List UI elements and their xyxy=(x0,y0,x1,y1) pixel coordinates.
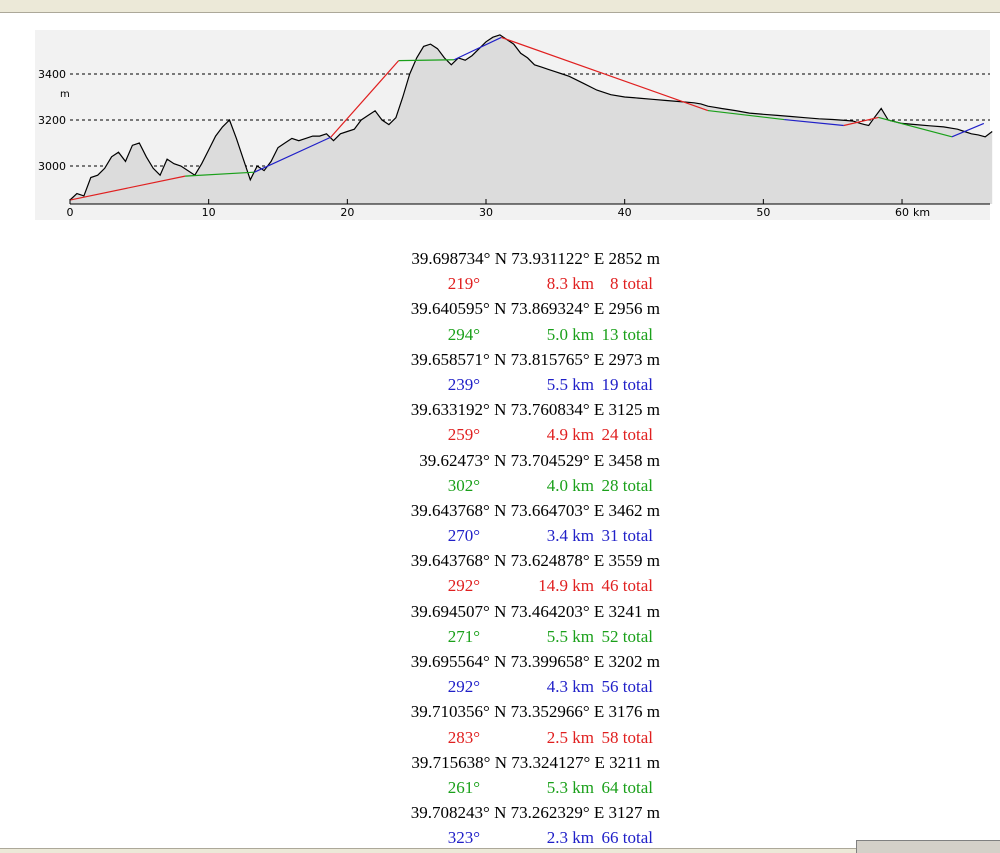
leg-bearing: 302° xyxy=(447,475,480,495)
leg-bearing: 261° xyxy=(447,777,480,797)
x-tick-label: 30 xyxy=(479,206,493,219)
leg-distance: 2.5 km xyxy=(546,727,594,747)
leg-bearing: 271° xyxy=(447,626,480,646)
x-tick-label: 60 xyxy=(895,206,909,219)
waypoint-leg: 239° 5.5 km 19 total xyxy=(340,372,660,397)
waypoint-position: 39.643768° N 73.664703° E 3462 m xyxy=(410,500,660,520)
leg-distance: 4.0 km xyxy=(546,475,594,495)
waypoint-leg: 302° 4.0 km 28 total xyxy=(340,473,660,498)
leg-distance: 5.0 km xyxy=(546,324,594,344)
waypoint-position: 39.698734° N 73.931122° E 2852 m xyxy=(411,249,660,268)
waypoint-leg: 271° 5.5 km 52 total xyxy=(340,624,660,649)
leg-distance: 3.4 km xyxy=(546,526,594,546)
leg-distance: 4.9 km xyxy=(546,425,594,445)
x-tick-label: 10 xyxy=(202,206,216,219)
waypoint-leg: 294° 5.0 km 13 total xyxy=(340,322,660,347)
leg-total: 64 total xyxy=(601,777,653,797)
y-axis-unit-label: m xyxy=(60,89,70,100)
x-tick-label: 40 xyxy=(618,206,632,219)
leg-total: 13 total xyxy=(601,324,653,344)
leg-distance: 14.9 km xyxy=(538,576,594,596)
waypoint-leg: 219° 8.3 km 8 total xyxy=(340,271,660,296)
x-tick-label: 20 xyxy=(340,206,354,219)
leg-bearing: 323° xyxy=(447,828,480,848)
x-axis-unit-label: km xyxy=(913,206,930,219)
leg-bearing: 270° xyxy=(447,526,480,546)
waypoint-position: 39.715638° N 73.324127° E 3211 m xyxy=(411,752,660,772)
waypoint-leg: 261° 5.3 km 64 total xyxy=(340,775,660,800)
leg-total: 24 total xyxy=(601,425,653,445)
leg-bearing: 292° xyxy=(447,677,480,697)
waypoint-position: 39.643768° N 73.624878° E 3559 m xyxy=(410,551,660,571)
leg-total: 19 total xyxy=(601,374,653,394)
leg-distance: 5.5 km xyxy=(546,626,594,646)
leg-total: 52 total xyxy=(601,626,653,646)
waypoint-position: 39.695564° N 73.399658° E 3202 m xyxy=(410,652,660,671)
leg-total: 28 total xyxy=(601,475,653,495)
leg-bearing: 239° xyxy=(447,374,480,394)
leg-total: 66 total xyxy=(601,828,653,848)
leg-distance: 8.3 km xyxy=(546,274,594,294)
leg-total: 56 total xyxy=(601,677,653,697)
waypoint-leg: 270° 3.4 km 31 total xyxy=(340,523,660,548)
x-tick-label: 0 xyxy=(67,206,74,219)
waypoint-list: 39.698734° N 73.931122° E 2852 m 219° 8.3 … xyxy=(340,246,660,851)
y-tick-label: 3400 xyxy=(38,68,66,81)
leg-bearing: 219° xyxy=(447,274,480,294)
elevation-profile-chart: 3000 3200 3400 m 0 10 20 30 40 50 60 km xyxy=(35,30,993,220)
waypoint-position: 39.694507° N 73.464203° E 3241 m xyxy=(410,601,660,621)
leg-total: 8 total xyxy=(610,274,653,294)
leg-bearing: 259° xyxy=(447,425,480,445)
leg-total: 31 total xyxy=(601,526,653,546)
waypoint-position: 39.658571° N 73.815765° E 2973 m xyxy=(410,349,660,369)
leg-bearing: 294° xyxy=(447,324,480,344)
waypoint-position: 39.633192° N 73.760834° E 3125 m xyxy=(410,400,660,420)
leg-total: 46 total xyxy=(601,576,653,596)
leg-bearing: 292° xyxy=(447,576,480,596)
waypoint-position: 39.708243° N 73.262329° E 3127 m xyxy=(410,803,660,823)
y-tick-label: 3200 xyxy=(38,114,66,127)
x-tick-label: 50 xyxy=(756,206,770,219)
waypoint-leg: 283° 2.5 km 58 total xyxy=(340,725,660,750)
y-tick-label: 3000 xyxy=(38,160,66,173)
leg-distance: 4.3 km xyxy=(546,677,594,697)
leg-total: 58 total xyxy=(601,727,653,747)
waypoint-leg: 323° 2.3 km 66 total xyxy=(340,825,660,850)
waypoint-position: 39.710356° N 73.352966° E 3176 m xyxy=(410,702,660,722)
waypoint-position: 39.640595° N 73.869324° E 2956 m xyxy=(410,299,660,319)
waypoint-leg: 292° 4.3 km 56 total xyxy=(340,674,660,699)
waypoint-leg: 259° 4.9 km 24 total xyxy=(340,422,660,447)
leg-distance: 5.5 km xyxy=(546,374,594,394)
waypoint-leg: 292° 14.9 km 46 total xyxy=(340,573,660,598)
system-tray xyxy=(856,840,1000,853)
status-bar xyxy=(0,848,1000,853)
leg-distance: 5.3 km xyxy=(546,777,594,797)
waypoint-position: 39.62473° N 73.704529° E 3458 m xyxy=(419,450,660,470)
leg-bearing: 283° xyxy=(447,727,480,747)
leg-distance: 2.3 km xyxy=(546,828,594,848)
